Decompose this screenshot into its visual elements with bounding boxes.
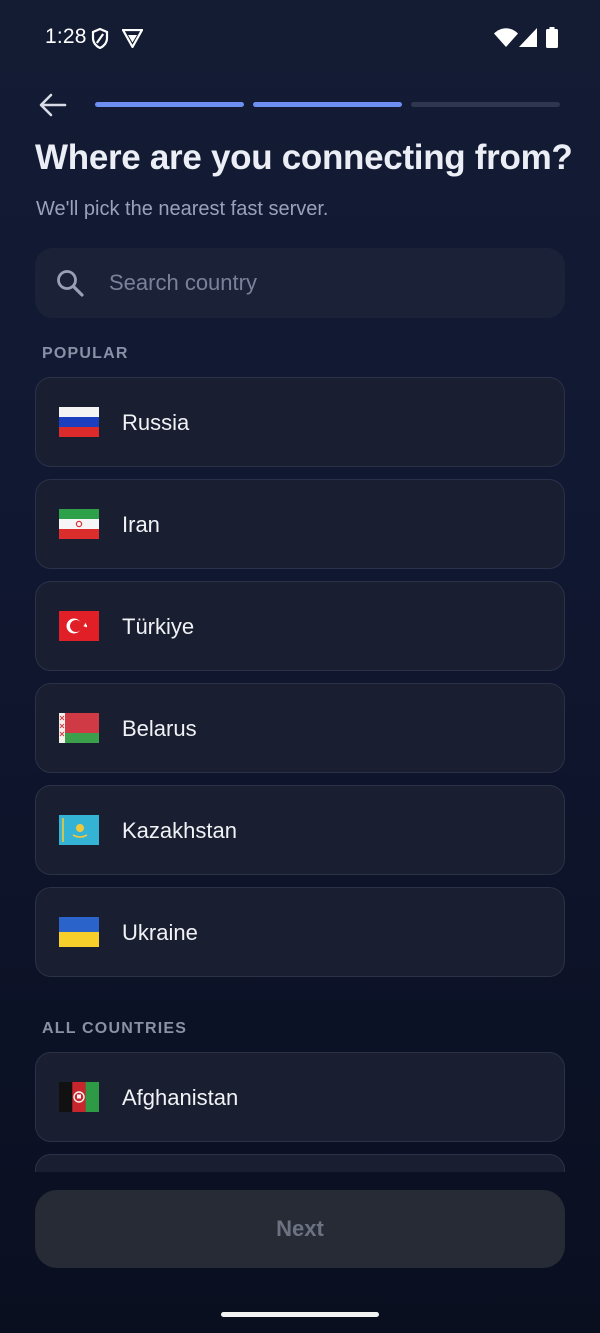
flag-belarus-icon: [59, 713, 99, 743]
section-label-all-countries: ALL COUNTRIES: [42, 1020, 188, 1037]
country-item-iran[interactable]: Iran: [35, 479, 565, 569]
flag-ukraine-icon: [59, 917, 99, 947]
progress-step-3: [411, 102, 560, 107]
flag-russia-icon: [59, 407, 99, 437]
vpn-icon: [122, 29, 143, 48]
search-icon: [57, 270, 84, 297]
home-indicator[interactable]: [221, 1312, 379, 1317]
country-item-turkiye[interactable]: Türkiye: [35, 581, 565, 671]
country-item-kazakhstan[interactable]: Kazakhstan: [35, 785, 565, 875]
next-button[interactable]: Next: [35, 1190, 565, 1268]
flag-iran-icon: [59, 509, 99, 539]
arrow-left-icon: [39, 93, 67, 117]
page-subtitle: We'll pick the nearest fast server.: [36, 198, 329, 220]
flag-kazakhstan-icon: [59, 815, 99, 845]
flag-turkiye-icon: [59, 611, 99, 641]
country-name: Türkiye: [122, 614, 195, 639]
status-bar: 1:28: [0, 0, 600, 76]
country-name: Ukraine: [122, 920, 198, 945]
shield-icon: [91, 28, 109, 49]
country-item-afghanistan[interactable]: Afghanistan: [35, 1052, 565, 1142]
country-name: Iran: [122, 512, 160, 537]
country-item-belarus[interactable]: Belarus: [35, 683, 565, 773]
progress-step-2: [253, 102, 402, 107]
back-button[interactable]: [32, 84, 74, 126]
country-name: Afghanistan: [122, 1085, 239, 1110]
battery-icon: [546, 27, 558, 48]
page-title: Where are you connecting from?: [35, 138, 573, 177]
wifi-icon: [494, 28, 518, 47]
country-item-russia[interactable]: Russia: [35, 377, 565, 467]
country-name: Kazakhstan: [122, 818, 237, 843]
status-time: 1:28: [45, 25, 87, 48]
signal-icon: [519, 28, 537, 47]
country-item-partial[interactable]: [35, 1154, 565, 1172]
country-name: Russia: [122, 410, 190, 435]
country-item-ukraine[interactable]: Ukraine: [35, 887, 565, 977]
country-name: Belarus: [122, 716, 197, 741]
search-box[interactable]: [35, 248, 565, 318]
section-label-popular: POPULAR: [42, 345, 129, 362]
progress-step-1: [95, 102, 244, 107]
search-input[interactable]: [109, 248, 539, 318]
flag-afghanistan-icon: [59, 1082, 99, 1112]
